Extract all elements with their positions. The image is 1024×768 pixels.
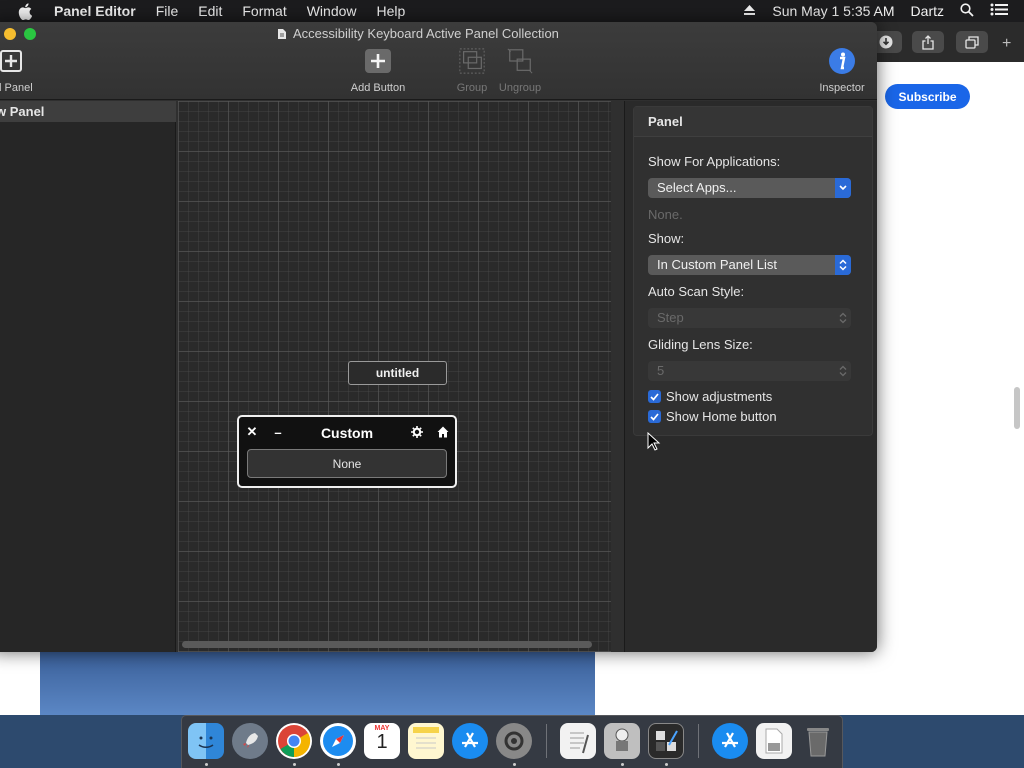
inspector-panel-section: Panel Show For Applications: Select Apps… xyxy=(633,106,873,436)
apple-menu-icon[interactable] xyxy=(18,0,38,22)
webpage-image xyxy=(40,651,595,715)
spotlight-search-icon[interactable] xyxy=(960,2,974,20)
inspector-tool[interactable]: Inspector xyxy=(814,47,870,94)
add-button-icon xyxy=(365,49,391,73)
dock-automator-icon[interactable] xyxy=(604,723,640,759)
add-button-label: Add Button xyxy=(350,82,406,94)
dock: MAY 1 xyxy=(181,715,843,768)
menu-edit[interactable]: Edit xyxy=(198,3,222,19)
ungroup-label: Ungroup xyxy=(498,82,542,94)
sidebar-item-panel[interactable]: w Panel xyxy=(0,101,176,122)
panel-list-sidebar: w Panel xyxy=(0,101,176,652)
group-tool[interactable]: Group xyxy=(454,47,490,94)
auto-scan-style-label: Auto Scan Style: xyxy=(648,284,745,299)
show-adjustments-checkbox[interactable]: Show adjustments xyxy=(648,389,772,404)
ungroup-icon xyxy=(507,48,533,74)
auto-scan-style-value: Step xyxy=(657,310,684,325)
calendar-day: 1 xyxy=(376,731,388,753)
dock-notes-icon[interactable] xyxy=(408,723,444,759)
show-home-button-checkbox[interactable]: Show Home button xyxy=(648,409,777,424)
window-title: Accessibility Keyboard Active Panel Coll… xyxy=(277,26,559,41)
add-button-tool[interactable]: Add Button xyxy=(346,47,410,94)
checkmark-icon xyxy=(648,390,661,403)
browser-scrollbar[interactable] xyxy=(1014,387,1020,429)
menu-app-name[interactable]: Panel Editor xyxy=(54,3,136,19)
mouse-cursor-icon xyxy=(647,432,661,451)
subscribe-button[interactable]: Subscribe xyxy=(885,84,970,109)
dock-trash-icon[interactable] xyxy=(800,723,836,759)
show-value: In Custom Panel List xyxy=(657,257,777,272)
panel-canvas[interactable]: untitled ✕ – Custom None xyxy=(178,101,611,652)
custom-panel-preview[interactable]: ✕ – Custom None xyxy=(237,415,457,488)
dock-app-store-icon[interactable] xyxy=(452,723,488,759)
dock-app-store-downloads-icon[interactable] xyxy=(712,723,748,759)
dock-launchpad-icon[interactable] xyxy=(232,723,268,759)
dock-document-icon[interactable] xyxy=(756,723,792,759)
dock-textedit-icon[interactable] xyxy=(560,723,596,759)
inspector-header: Panel xyxy=(634,107,872,137)
up-down-arrows-icon xyxy=(835,308,851,328)
show-for-apps-label: Show For Applications: xyxy=(648,154,781,169)
panel-none-button[interactable]: None xyxy=(247,449,447,478)
show-label: Show: xyxy=(648,231,685,246)
untitled-button[interactable]: untitled xyxy=(348,361,447,385)
gliding-lens-size-popup[interactable]: 5 xyxy=(648,361,851,381)
new-panel-label: d Panel xyxy=(0,82,33,94)
tabs-overview-button[interactable] xyxy=(956,31,988,53)
menu-clock[interactable]: Sun May 1 5:35 AM xyxy=(772,3,894,19)
menu-format[interactable]: Format xyxy=(242,3,286,19)
document-icon xyxy=(278,28,286,39)
menu-bar: Panel Editor File Edit Format Window Hel… xyxy=(0,0,1024,22)
show-home-button-label: Show Home button xyxy=(666,409,777,424)
auto-scan-style-popup[interactable]: Step xyxy=(648,308,851,328)
menu-user[interactable]: Dartz xyxy=(911,3,944,19)
window-title-text: Accessibility Keyboard Active Panel Coll… xyxy=(293,26,559,41)
info-icon xyxy=(829,48,855,74)
dock-calendar-icon[interactable]: MAY 1 xyxy=(364,723,400,759)
panel-editor-window: Accessibility Keyboard Active Panel Coll… xyxy=(0,22,877,652)
up-down-arrows-icon xyxy=(835,255,851,275)
share-button[interactable] xyxy=(912,31,944,53)
menu-help[interactable]: Help xyxy=(377,3,406,19)
new-panel-tool[interactable]: d Panel xyxy=(0,47,38,94)
dock-system-preferences-icon[interactable] xyxy=(496,723,532,759)
checkmark-icon xyxy=(648,410,661,423)
add-panel-icon xyxy=(0,50,22,72)
dock-finder-icon[interactable] xyxy=(188,723,224,759)
ungroup-tool[interactable]: Ungroup xyxy=(496,47,544,94)
dock-safari-icon[interactable] xyxy=(320,723,356,759)
gliding-lens-size-value: 5 xyxy=(657,363,665,378)
menu-window[interactable]: Window xyxy=(307,3,357,19)
minimize-window-button[interactable] xyxy=(4,28,16,40)
select-apps-value: Select Apps... xyxy=(657,180,737,195)
dock-panel-editor-icon[interactable] xyxy=(648,723,684,759)
eject-icon[interactable] xyxy=(743,3,756,19)
gear-icon[interactable] xyxy=(409,424,425,440)
inspector-pane: Panel Show For Applications: Select Apps… xyxy=(624,101,877,652)
canvas-horizontal-scrollbar[interactable] xyxy=(182,641,592,648)
sidebar-item-label: w Panel xyxy=(0,104,45,119)
up-down-arrows-icon xyxy=(835,361,851,381)
home-icon[interactable] xyxy=(435,424,451,440)
window-titlebar: Accessibility Keyboard Active Panel Coll… xyxy=(0,22,877,100)
menu-file[interactable]: File xyxy=(156,3,179,19)
show-adjustments-label: Show adjustments xyxy=(666,389,773,404)
group-label: Group xyxy=(456,82,488,94)
select-apps-popup[interactable]: Select Apps... xyxy=(648,178,851,198)
gliding-lens-size-label: Gliding Lens Size: xyxy=(648,337,753,352)
notification-center-icon[interactable] xyxy=(990,3,1008,19)
new-tab-button[interactable]: + xyxy=(1002,35,1011,53)
apps-none-text: None. xyxy=(648,207,683,222)
group-icon xyxy=(459,48,485,74)
chevron-down-icon xyxy=(835,178,851,198)
inspector-label: Inspector xyxy=(819,82,865,94)
show-popup[interactable]: In Custom Panel List xyxy=(648,255,851,275)
dock-chrome-icon[interactable] xyxy=(276,723,312,759)
zoom-window-button[interactable] xyxy=(24,28,36,40)
